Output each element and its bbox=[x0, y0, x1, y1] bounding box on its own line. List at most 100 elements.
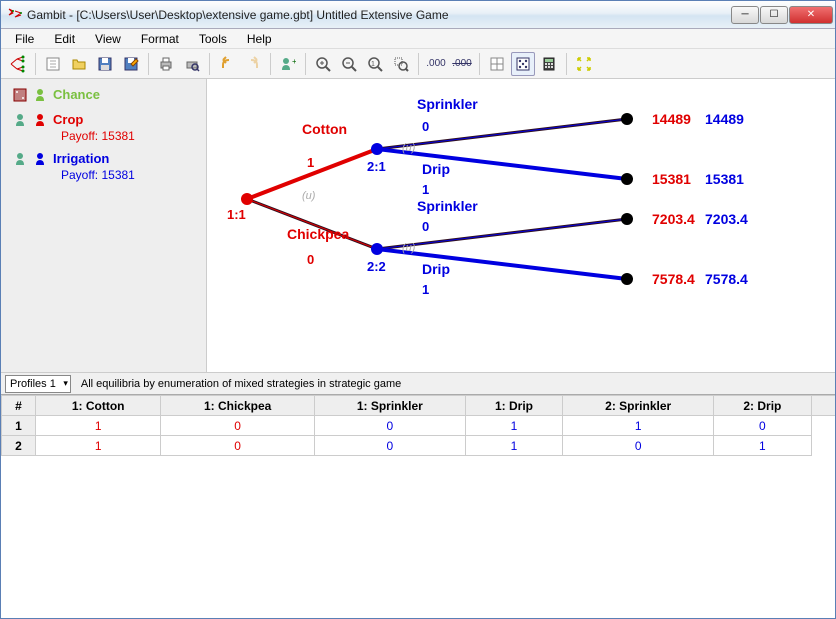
pawn-person-icon bbox=[13, 113, 27, 127]
zoom-fit-icon[interactable]: 1 bbox=[363, 52, 387, 76]
cell: 0 bbox=[563, 436, 714, 456]
col-num[interactable]: # bbox=[2, 396, 36, 416]
profiles-selector[interactable]: Profiles 1 bbox=[5, 375, 71, 393]
cell: 1 bbox=[36, 416, 161, 436]
cell: 1 bbox=[563, 416, 714, 436]
svg-text:14489: 14489 bbox=[652, 111, 691, 127]
svg-text:1:1: 1:1 bbox=[227, 207, 246, 222]
menu-format[interactable]: Format bbox=[131, 30, 189, 48]
svg-text:2:2: 2:2 bbox=[367, 259, 386, 274]
svg-text:0: 0 bbox=[307, 252, 314, 267]
grid-icon[interactable] bbox=[485, 52, 509, 76]
svg-text:1: 1 bbox=[422, 282, 429, 297]
minimize-button[interactable]: ─ bbox=[731, 6, 759, 24]
zoom-in-icon[interactable] bbox=[311, 52, 335, 76]
menu-view[interactable]: View bbox=[85, 30, 131, 48]
print-icon[interactable] bbox=[154, 52, 178, 76]
player-irrigation-label: Irrigation bbox=[53, 151, 109, 166]
decimals-add-icon[interactable]: .000 bbox=[424, 52, 448, 76]
svg-text:7203.4: 7203.4 bbox=[652, 211, 695, 227]
maximize-button[interactable]: ☐ bbox=[760, 6, 788, 24]
row-num: 1 bbox=[2, 416, 36, 436]
svg-text:(u): (u) bbox=[402, 242, 416, 254]
fit-icon[interactable] bbox=[572, 52, 596, 76]
print-preview-icon[interactable] bbox=[180, 52, 204, 76]
svg-text:14489: 14489 bbox=[705, 111, 744, 127]
open-icon[interactable] bbox=[67, 52, 91, 76]
pawn-person-icon bbox=[13, 152, 27, 166]
cell: 0 bbox=[714, 416, 811, 436]
add-player-icon[interactable]: + bbox=[276, 52, 300, 76]
menu-file[interactable]: File bbox=[5, 30, 44, 48]
player-sidebar: Chance Crop Payoff: 15381 Irrigation Pay… bbox=[1, 79, 207, 372]
save-icon[interactable] bbox=[93, 52, 117, 76]
app-icon bbox=[7, 7, 23, 23]
col-2sprinkler[interactable]: 2: Sprinkler bbox=[563, 396, 714, 416]
cell: 0 bbox=[314, 436, 465, 456]
table-header-row: # 1: Cotton 1: Chickpea 1: Sprinkler 1: … bbox=[2, 396, 836, 416]
menu-tools[interactable]: Tools bbox=[189, 30, 237, 48]
table-row[interactable]: 1 1 0 0 1 1 0 bbox=[2, 416, 836, 436]
svg-text:0: 0 bbox=[422, 219, 429, 234]
player-crop[interactable]: Crop bbox=[5, 110, 202, 129]
cell: 0 bbox=[314, 416, 465, 436]
svg-text:1: 1 bbox=[371, 61, 375, 68]
menu-edit[interactable]: Edit bbox=[44, 30, 85, 48]
player-crop-payoff: Payoff: 15381 bbox=[5, 129, 202, 143]
game-tree[interactable]: 1:1 Cotton 1 Chickpea 0 (u) 2:1 2:2 Spri… bbox=[207, 79, 835, 372]
tree-icon[interactable] bbox=[6, 52, 30, 76]
toolbar: + 1 .000 .000 bbox=[1, 49, 835, 79]
profiles-desc: All equilibria by enumeration of mixed s… bbox=[81, 378, 401, 390]
close-button[interactable]: ✕ bbox=[789, 6, 833, 24]
svg-text:Drip: Drip bbox=[422, 261, 450, 277]
equilibria-table-wrap[interactable]: # 1: Cotton 1: Chickpea 1: Sprinkler 1: … bbox=[1, 394, 835, 618]
col-1sprinkler[interactable]: 1: Sprinkler bbox=[314, 396, 465, 416]
svg-text:2:1: 2:1 bbox=[367, 159, 386, 174]
app-window: Gambit - [C:\Users\User\Desktop\extensiv… bbox=[0, 0, 836, 619]
table-row[interactable]: 2 1 0 0 1 0 1 bbox=[2, 436, 836, 456]
row-num: 2 bbox=[2, 436, 36, 456]
col-spacer bbox=[811, 396, 835, 416]
calculator-icon[interactable] bbox=[537, 52, 561, 76]
player-chance[interactable]: Chance bbox=[5, 85, 202, 104]
zoom-out-icon[interactable] bbox=[337, 52, 361, 76]
cell: 1 bbox=[714, 436, 811, 456]
cell: 1 bbox=[465, 416, 562, 436]
svg-text:7203.4: 7203.4 bbox=[705, 211, 748, 227]
player-irrigation[interactable]: Irrigation bbox=[5, 149, 202, 168]
col-chickpea[interactable]: 1: Chickpea bbox=[161, 396, 314, 416]
svg-text:(u): (u) bbox=[302, 190, 316, 202]
cell: 1 bbox=[36, 436, 161, 456]
menu-help[interactable]: Help bbox=[237, 30, 282, 48]
decimals-remove-icon[interactable]: .000 bbox=[450, 52, 474, 76]
zoom-window-icon[interactable] bbox=[389, 52, 413, 76]
col-2drip[interactable]: 2: Drip bbox=[714, 396, 811, 416]
cell: 0 bbox=[161, 416, 314, 436]
undo-icon[interactable] bbox=[215, 52, 239, 76]
svg-text:Sprinkler: Sprinkler bbox=[417, 198, 478, 214]
svg-text:1: 1 bbox=[307, 155, 314, 170]
svg-text:Chickpea: Chickpea bbox=[287, 226, 349, 242]
profiles-bar: Profiles 1 All equilibria by enumeration… bbox=[1, 372, 835, 394]
pawn-icon bbox=[33, 152, 47, 166]
pawn-icon bbox=[33, 88, 47, 102]
col-cotton[interactable]: 1: Cotton bbox=[36, 396, 161, 416]
svg-text:7578.4: 7578.4 bbox=[652, 271, 695, 287]
dice-icon[interactable] bbox=[511, 52, 535, 76]
svg-text:Drip: Drip bbox=[422, 161, 450, 177]
equilibria-table: # 1: Cotton 1: Chickpea 1: Sprinkler 1: … bbox=[1, 395, 835, 456]
svg-text:(u): (u) bbox=[402, 142, 416, 154]
svg-text:0: 0 bbox=[422, 119, 429, 134]
profiles-selector-label: Profiles 1 bbox=[10, 378, 56, 390]
dice-small-icon bbox=[13, 88, 27, 102]
content-area: Chance Crop Payoff: 15381 Irrigation Pay… bbox=[1, 79, 835, 372]
new-icon[interactable] bbox=[41, 52, 65, 76]
cell: 0 bbox=[161, 436, 314, 456]
menubar: File Edit View Format Tools Help bbox=[1, 29, 835, 49]
col-1drip[interactable]: 1: Drip bbox=[465, 396, 562, 416]
pawn-icon bbox=[33, 113, 47, 127]
saveas-icon[interactable] bbox=[119, 52, 143, 76]
svg-text:7578.4: 7578.4 bbox=[705, 271, 748, 287]
redo-icon[interactable] bbox=[241, 52, 265, 76]
svg-text:15381: 15381 bbox=[652, 171, 691, 187]
